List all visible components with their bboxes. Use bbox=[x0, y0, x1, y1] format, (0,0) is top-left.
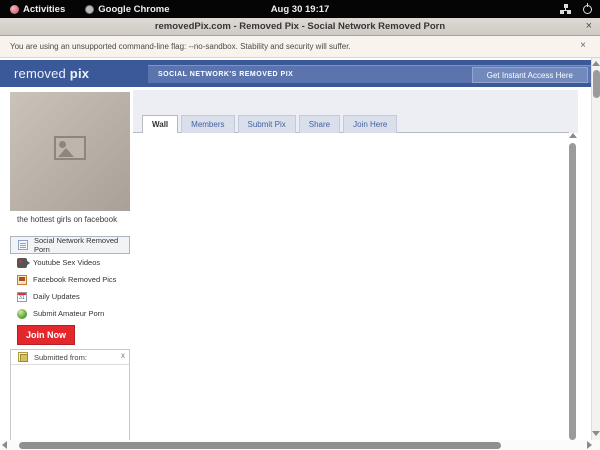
site-header: removed pix SOCIAL NETWORK'S REMOVED PIX… bbox=[0, 60, 591, 87]
submitted-from-title: Submitted from: bbox=[34, 352, 87, 362]
window-scrollbar[interactable] bbox=[591, 58, 600, 440]
page-inner-scrollbar[interactable] bbox=[569, 133, 577, 450]
page-tabs: Wall Members Submit Pix Share Join Here bbox=[142, 115, 398, 134]
window-title: removedPix.com - Removed Pix - Social Ne… bbox=[154, 21, 446, 32]
menu-item-removed-pics[interactable]: Facebook Removed Pics bbox=[10, 271, 130, 288]
network-tree-icon[interactable] bbox=[560, 4, 571, 14]
get-access-button[interactable]: Get Instant Access Here bbox=[471, 66, 588, 83]
sidebar: the hottest girls on facebook Social Net… bbox=[10, 92, 130, 450]
menu-item-youtube-videos[interactable]: Youtube Sex Videos bbox=[10, 254, 130, 271]
menu-item-daily-updates[interactable]: Daily Updates bbox=[10, 288, 130, 305]
tab-share[interactable]: Share bbox=[298, 115, 341, 133]
profile-photo-placeholder bbox=[10, 92, 130, 211]
header-banner-strip: SOCIAL NETWORK'S REMOVED PIX Get Instant… bbox=[148, 65, 591, 83]
image-placeholder-icon bbox=[54, 136, 86, 160]
horizontal-scrollbar[interactable] bbox=[0, 440, 600, 450]
horizontal-scrollbar-thumb[interactable] bbox=[19, 441, 501, 449]
banner-title: SOCIAL NETWORK'S REMOVED PIX bbox=[158, 71, 294, 78]
window-title-bar: removedPix.com - Removed Pix - Social Ne… bbox=[0, 18, 600, 36]
window-scrollbar-thumb[interactable] bbox=[592, 70, 600, 98]
photo-icon bbox=[17, 274, 27, 285]
desktop-screen: Activities Google Chrome Aug 30 19:17 re… bbox=[0, 0, 600, 450]
chrome-infobar: You are using an unsupported command-lin… bbox=[0, 36, 600, 58]
submitted-from-box: Submitted from: x bbox=[10, 349, 130, 450]
scroll-right-icon[interactable] bbox=[587, 441, 592, 449]
album-icon bbox=[18, 352, 28, 362]
power-icon[interactable] bbox=[583, 2, 592, 14]
menu-item-removed-porn[interactable]: Social Network Removed Porn bbox=[10, 236, 130, 254]
sidebar-menu: Social Network Removed Porn Youtube Sex … bbox=[10, 236, 130, 322]
clock[interactable]: Aug 30 19:17 bbox=[0, 4, 600, 15]
scroll-up-icon[interactable] bbox=[569, 133, 577, 138]
browser-viewport: removed pix SOCIAL NETWORK'S REMOVED PIX… bbox=[0, 58, 591, 450]
infobar-close-icon[interactable]: × bbox=[580, 40, 586, 51]
scroll-left-icon[interactable] bbox=[2, 441, 7, 449]
submitted-box-close-icon[interactable]: x bbox=[121, 351, 125, 360]
note-icon bbox=[18, 240, 28, 250]
video-icon bbox=[17, 257, 30, 268]
window-close-icon[interactable]: × bbox=[586, 20, 592, 32]
tab-submit-pix[interactable]: Submit Pix bbox=[237, 115, 296, 133]
scroll-down-icon[interactable] bbox=[592, 431, 600, 436]
inner-scrollbar-thumb[interactable] bbox=[569, 143, 576, 440]
tab-members[interactable]: Members bbox=[181, 115, 235, 133]
gnome-top-bar: Activities Google Chrome Aug 30 19:17 bbox=[0, 0, 600, 18]
menu-item-submit[interactable]: Submit Amateur Porn bbox=[10, 305, 130, 322]
photo-caption: the hottest girls on facebook bbox=[17, 215, 118, 224]
scroll-up-icon[interactable] bbox=[592, 61, 600, 66]
tab-join-here[interactable]: Join Here bbox=[343, 115, 398, 133]
join-now-button[interactable]: Join Now bbox=[17, 325, 75, 345]
globe-icon bbox=[17, 308, 27, 319]
infobar-message: You are using an unsupported command-lin… bbox=[10, 42, 351, 51]
calendar-icon bbox=[17, 291, 27, 302]
site-logo[interactable]: removed pix bbox=[14, 66, 89, 81]
tab-wall[interactable]: Wall bbox=[142, 115, 179, 134]
